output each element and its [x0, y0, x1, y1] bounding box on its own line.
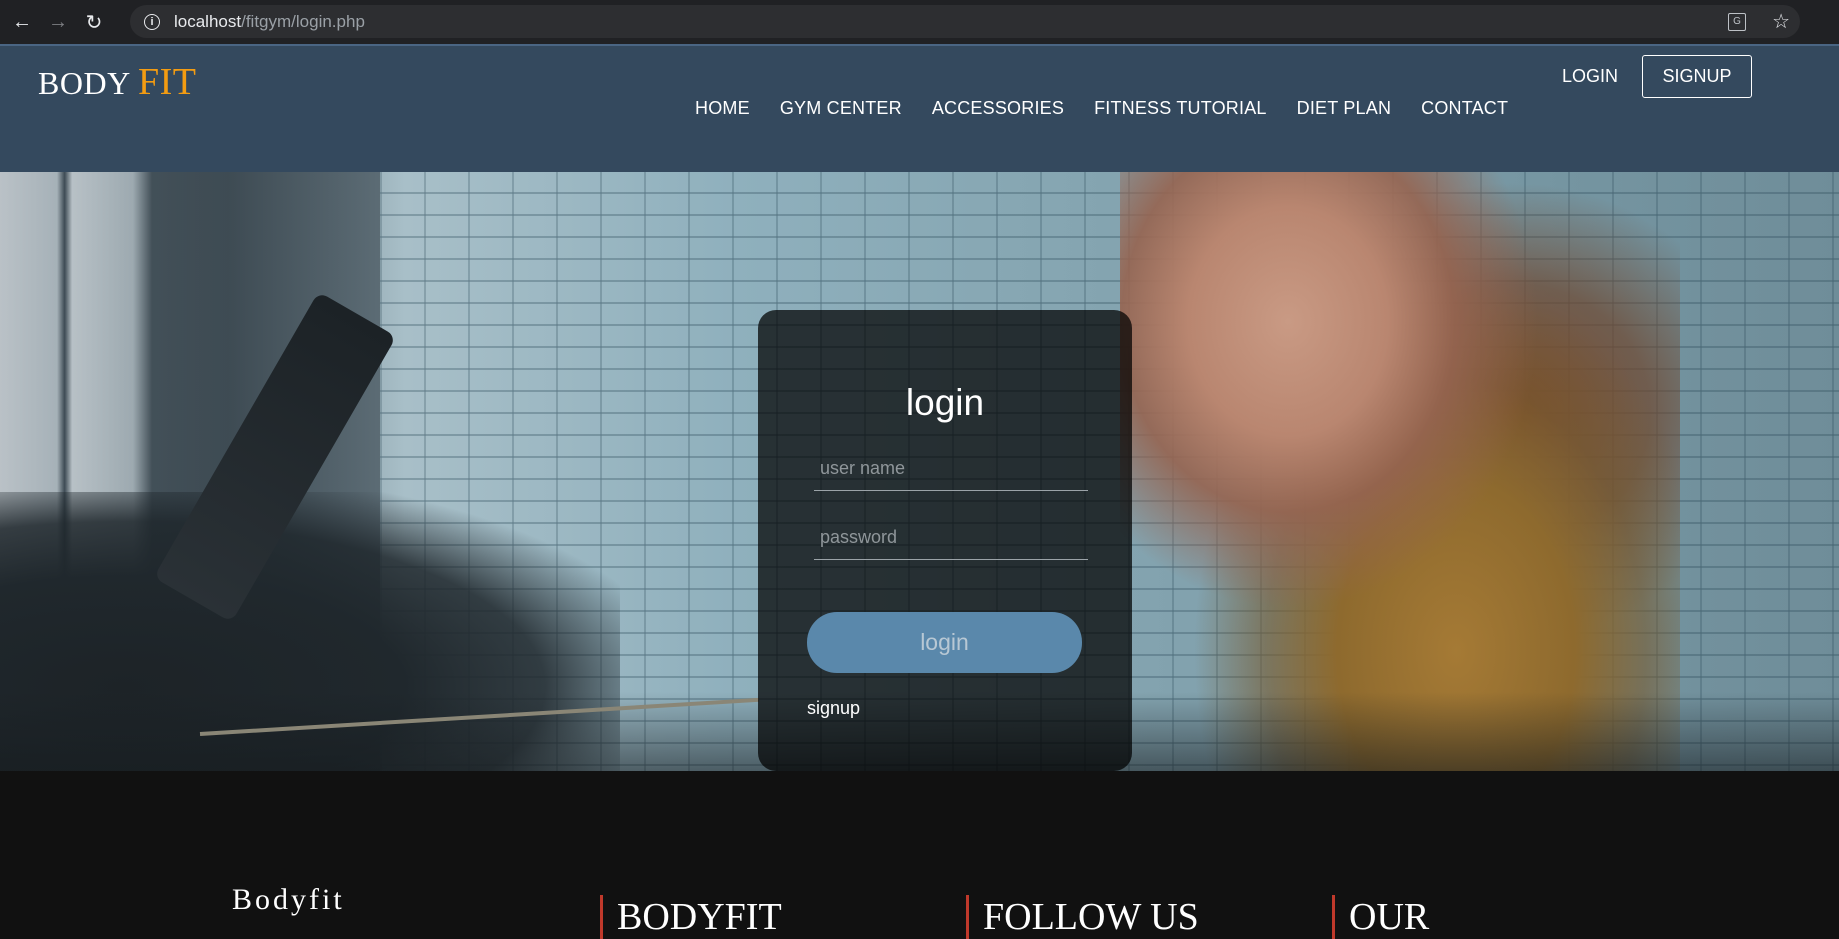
footer-heading-our: OUR: [1332, 895, 1429, 939]
login-submit-button[interactable]: login: [807, 612, 1082, 673]
site-footer: Bodyfit BODYFIT FOLLOW US OUR: [0, 771, 1839, 939]
footer-heading-bodyfit: BODYFIT: [600, 895, 782, 939]
password-input[interactable]: [814, 516, 1088, 560]
nav-contact[interactable]: CONTACT: [1421, 98, 1508, 119]
footer-heading-follow-us: FOLLOW US: [966, 895, 1199, 939]
nav-accessories[interactable]: ACCESSORIES: [932, 98, 1064, 119]
info-icon[interactable]: i: [144, 13, 160, 30]
url-text[interactable]: localhost/fitgym/login.php: [174, 12, 365, 32]
logo-main: BODY: [38, 65, 130, 101]
url-host: localhost: [174, 11, 242, 31]
site-header: BODY FIT HOME GYM CENTER ACCESSORIES FIT…: [0, 44, 1839, 172]
login-card: login login signup: [758, 310, 1132, 771]
nav-home[interactable]: HOME: [695, 98, 750, 119]
back-icon[interactable]: ←: [4, 4, 40, 40]
browser-toolbar: ← → ↻ i localhost/fitgym/login.php G ☆: [0, 0, 1839, 44]
site-logo[interactable]: BODY FIT: [38, 60, 196, 104]
username-input[interactable]: [814, 447, 1088, 491]
nav-fitness-tutorial[interactable]: FITNESS TUTORIAL: [1094, 98, 1267, 119]
nav-gym-center[interactable]: GYM CENTER: [780, 98, 902, 119]
main-nav: HOME GYM CENTER ACCESSORIES FITNESS TUTO…: [695, 98, 1538, 119]
address-bar-actions: G ☆: [1728, 5, 1790, 38]
address-bar[interactable]: i localhost/fitgym/login.php G ☆: [130, 5, 1800, 38]
login-title: login: [905, 382, 985, 423]
url-path: /fitgym/login.php: [241, 11, 365, 31]
logo-accent: FIT: [137, 61, 197, 103]
reload-icon[interactable]: ↻: [76, 4, 112, 40]
signup-link[interactable]: signup: [807, 698, 860, 719]
star-icon[interactable]: ☆: [1772, 9, 1790, 34]
nav-diet-plan[interactable]: DIET PLAN: [1297, 98, 1392, 119]
hero-athlete: [1120, 172, 1680, 771]
footer-brand: Bodyfit: [232, 883, 345, 916]
forward-icon[interactable]: →: [40, 4, 76, 40]
header-signup-button[interactable]: SIGNUP: [1642, 55, 1752, 98]
translate-icon[interactable]: G: [1728, 12, 1747, 31]
header-login-link[interactable]: LOGIN: [1562, 66, 1618, 87]
